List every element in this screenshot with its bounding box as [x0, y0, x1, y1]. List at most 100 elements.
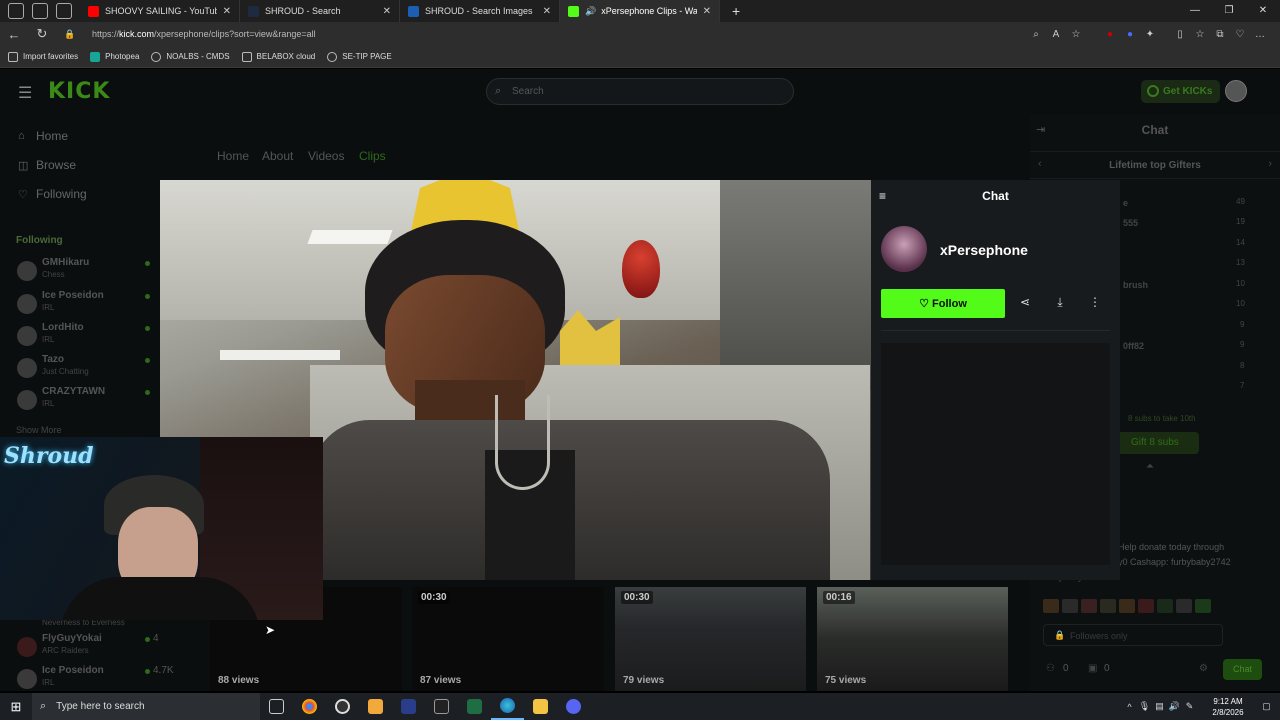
emote-icon[interactable]	[1176, 599, 1192, 613]
gift-subs-button[interactable]: Gift 8 subs	[1117, 432, 1199, 454]
following-item[interactable]: Tazo Just Chatting	[17, 354, 167, 384]
mic-icon[interactable]: 🎙	[1137, 701, 1152, 712]
following-item[interactable]: Ice Poseidon IRL 4.7K	[17, 665, 174, 695]
more-icon[interactable]: …	[1250, 29, 1270, 40]
tab-actions-icon[interactable]	[32, 3, 48, 19]
pen-icon[interactable]: ✎	[1182, 701, 1197, 712]
clip-card[interactable]: 00:30 87 views	[412, 587, 604, 691]
ublock-icon[interactable]: ●	[1100, 29, 1120, 40]
chevron-right-icon[interactable]: ›	[1268, 158, 1272, 170]
read-aloud-icon[interactable]: A	[1046, 29, 1066, 40]
tab-about[interactable]: About	[262, 149, 293, 163]
browser-tab-shroud-images[interactable]: SHROUD - Search Images ✕	[400, 0, 560, 22]
following-item[interactable]: Ice Poseidon IRL	[17, 290, 167, 320]
zoom-icon[interactable]: ⌕	[1026, 29, 1046, 40]
edge-app[interactable]	[491, 693, 524, 720]
notifications-icon[interactable]: ▢	[1259, 701, 1274, 712]
excel-app[interactable]	[458, 693, 491, 720]
following-item[interactable]: GMHikaru Chess	[17, 257, 167, 287]
store-app[interactable]	[359, 693, 392, 720]
chrome-app[interactable]	[293, 693, 326, 720]
download-button[interactable]: ⤓	[1046, 289, 1074, 318]
following-item[interactable]: CRAZYTAWN IRL	[17, 386, 167, 416]
collections-icon[interactable]: ⧉	[1210, 29, 1230, 40]
minimize-icon[interactable]: —	[1178, 0, 1212, 22]
extensions-puzzle-icon[interactable]: ✦	[1140, 29, 1160, 40]
restore-icon[interactable]: ❐	[1212, 0, 1246, 22]
split-screen-icon[interactable]: ▯	[1170, 29, 1190, 40]
menu-icon[interactable]: ☰	[18, 83, 32, 103]
clip-card[interactable]: 00:16 75 views	[817, 587, 1008, 691]
favorite-se-tip[interactable]: SE-TIP PAGE	[327, 51, 392, 62]
emote-icon[interactable]	[1043, 599, 1059, 613]
network-icon[interactable]: ▤	[1152, 701, 1167, 712]
vertical-tabs-icon[interactable]	[56, 3, 72, 19]
volume-icon[interactable]: 🔊	[1167, 701, 1182, 712]
task-view-button[interactable]	[260, 693, 293, 720]
gift-icon[interactable]: ▣	[1088, 663, 1097, 674]
clock[interactable]: 9:12 AM 2/8/2026	[1197, 696, 1259, 718]
close-tab-icon[interactable]: ✕	[703, 6, 711, 17]
close-tab-icon[interactable]: ✕	[223, 6, 231, 17]
tab-videos[interactable]: Videos	[308, 149, 344, 163]
nav-home[interactable]: ⌂ Home	[18, 129, 68, 143]
tab-home[interactable]: Home	[217, 149, 249, 163]
browser-tab-youtube[interactable]: SHOOVY SAILING - YouTube ✕	[80, 0, 240, 22]
emote-icon[interactable]	[1081, 599, 1097, 613]
search-input[interactable]: ⌕ Search	[486, 78, 794, 105]
emote-bar[interactable]	[1043, 599, 1263, 615]
chat-send-button[interactable]: Chat	[1223, 659, 1262, 680]
follow-button[interactable]: ♡ Follow	[881, 289, 1005, 318]
favorite-belabox[interactable]: BELABOX cloud	[241, 51, 315, 62]
user-avatar[interactable]	[1225, 80, 1247, 102]
emote-icon[interactable]	[1062, 599, 1078, 613]
url-field[interactable]: https://kick.com/xpersephone/clips?sort=…	[92, 29, 1026, 39]
discord-app[interactable]	[557, 693, 590, 720]
emote-icon[interactable]	[1157, 599, 1173, 613]
favorite-noalbs[interactable]: NOALBS - CMDS	[151, 51, 230, 62]
settings-icon[interactable]: ⚙	[1199, 663, 1208, 674]
chat-input[interactable]: 🔒 Followers only	[1043, 624, 1223, 646]
favorite-photopea[interactable]: Photopea	[90, 51, 139, 62]
file-explorer-app[interactable]	[524, 693, 557, 720]
show-more-link[interactable]: Show More	[16, 425, 62, 435]
notion-app[interactable]	[392, 693, 425, 720]
close-tab-icon[interactable]: ✕	[383, 6, 391, 17]
favorites-icon[interactable]: ☆	[1190, 29, 1210, 40]
emote-icon[interactable]	[1195, 599, 1211, 613]
following-item[interactable]: FlyGuyYokai ARC Raiders 4	[17, 633, 167, 663]
get-kicks-button[interactable]: Get KICKs	[1141, 80, 1220, 103]
back-icon[interactable]: ←	[0, 27, 28, 42]
workspaces-icon[interactable]	[8, 3, 24, 19]
windows-start-icon[interactable]: ⊞	[0, 699, 32, 715]
clip-card[interactable]: 00:30 79 views	[615, 587, 806, 691]
extension-icon[interactable]: ●	[1120, 29, 1140, 40]
points-icon[interactable]: ⚇	[1046, 663, 1055, 674]
obs-app[interactable]	[326, 693, 359, 720]
nav-browse[interactable]: ◫ Browse	[18, 158, 76, 172]
favorite-star-icon[interactable]: ☆	[1066, 29, 1086, 40]
speaker-icon[interactable]: 🔊	[585, 6, 596, 17]
new-tab-button[interactable]: +	[732, 3, 740, 19]
collapse-icon[interactable]: ⏶	[1146, 461, 1154, 472]
browser-tab-shroud-search[interactable]: SHROUD - Search ✕	[240, 0, 400, 22]
emote-icon[interactable]	[1138, 599, 1154, 613]
following-item[interactable]: LordHito IRL	[17, 322, 167, 352]
tab-clips[interactable]: Clips	[359, 149, 386, 163]
more-options-button[interactable]: ⋮	[1081, 289, 1109, 318]
taskbar-search-input[interactable]: ⌕ Type here to search	[32, 693, 260, 720]
browser-essentials-icon[interactable]: ♡	[1230, 29, 1250, 40]
streamer-name[interactable]: xPersephone	[940, 242, 1028, 258]
favorite-import[interactable]: Import favorites	[8, 51, 78, 62]
close-window-icon[interactable]: ✕	[1246, 0, 1280, 22]
close-tab-icon[interactable]: ✕	[543, 6, 551, 17]
nav-following[interactable]: ♡ Following	[18, 187, 87, 201]
chevron-up-icon[interactable]: ^	[1122, 702, 1137, 712]
share-button[interactable]: ⋖	[1011, 289, 1039, 318]
browser-tab-kick[interactable]: 🔊 xPersephone Clips - Watch ✕	[560, 0, 720, 22]
kick-logo[interactable]: KICK	[48, 79, 110, 104]
emote-icon[interactable]	[1119, 599, 1135, 613]
reload-icon[interactable]: ↻	[28, 26, 56, 42]
epic-games-app[interactable]	[425, 693, 458, 720]
streamer-avatar[interactable]	[881, 226, 927, 272]
